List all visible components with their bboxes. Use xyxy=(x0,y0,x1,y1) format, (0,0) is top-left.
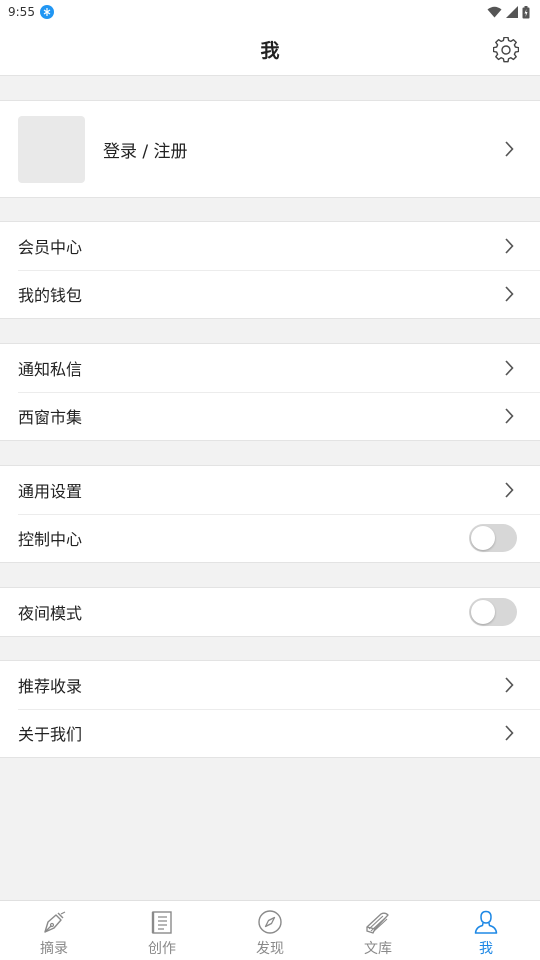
compass-icon xyxy=(256,908,284,936)
account-group: 会员中心 我的钱包 xyxy=(0,221,540,319)
avatar xyxy=(18,115,85,183)
profile-left: 登录 / 注册 xyxy=(18,115,188,183)
night-mode-label: 夜间模式 xyxy=(18,604,83,623)
chevron-right-icon xyxy=(502,286,516,302)
about-group: 推荐收录 关于我们 xyxy=(0,660,540,758)
wifi-icon xyxy=(487,6,502,18)
books-icon xyxy=(364,908,392,936)
recommend-row[interactable]: 推荐收录 xyxy=(0,661,540,709)
tab-create[interactable]: 创作 xyxy=(108,901,216,960)
member-center-label: 会员中心 xyxy=(18,238,83,257)
document-icon xyxy=(148,908,176,936)
recommend-label: 推荐收录 xyxy=(18,677,83,696)
general-settings-row[interactable]: 通用设置 xyxy=(0,466,540,514)
bottom-tab-bar: 摘录 创作 发现 文库 我 xyxy=(0,900,540,960)
tab-label: 摘录 xyxy=(40,940,68,957)
pen-nib-icon xyxy=(40,908,68,936)
tab-me[interactable]: 我 xyxy=(432,901,540,960)
tab-label: 文库 xyxy=(364,940,392,957)
tab-label: 我 xyxy=(479,940,493,957)
signal-icon xyxy=(506,6,518,18)
status-right xyxy=(487,5,530,19)
status-bar: 9:55 xyxy=(0,0,540,24)
display-group: 夜间模式 xyxy=(0,587,540,637)
tab-excerpts[interactable]: 摘录 xyxy=(0,901,108,960)
night-mode-row: 夜间模式 xyxy=(0,588,540,636)
settings-button[interactable] xyxy=(492,36,520,64)
notification-app-icon xyxy=(39,5,54,19)
status-left: 9:55 xyxy=(8,5,54,19)
tab-label: 创作 xyxy=(148,940,176,957)
control-center-toggle[interactable] xyxy=(469,524,517,552)
toggle-knob xyxy=(471,600,495,624)
profile-section: 登录 / 注册 xyxy=(0,100,540,198)
market-row[interactable]: 西窗市集 xyxy=(0,392,540,440)
chevron-right-icon xyxy=(502,677,516,693)
tab-library[interactable]: 文库 xyxy=(324,901,432,960)
general-settings-label: 通用设置 xyxy=(18,482,83,501)
app-header: 我 xyxy=(0,24,540,76)
notifications-label: 通知私信 xyxy=(18,360,83,379)
control-center-label: 控制中心 xyxy=(18,530,83,549)
login-register-row[interactable]: 登录 / 注册 xyxy=(0,101,540,197)
person-icon xyxy=(472,908,500,936)
chevron-right-icon xyxy=(502,238,516,254)
gear-icon xyxy=(493,37,519,63)
chevron-right-icon xyxy=(502,408,516,424)
tab-discover[interactable]: 发现 xyxy=(216,901,324,960)
my-wallet-label: 我的钱包 xyxy=(18,286,83,305)
login-register-label: 登录 / 注册 xyxy=(103,141,188,162)
about-us-row[interactable]: 关于我们 xyxy=(0,709,540,757)
settings-group: 通用设置 控制中心 xyxy=(0,465,540,563)
control-center-row: 控制中心 xyxy=(0,514,540,562)
chevron-right-icon xyxy=(502,482,516,498)
chevron-right-icon xyxy=(502,141,516,157)
member-center-row[interactable]: 会员中心 xyxy=(0,222,540,270)
chevron-right-icon xyxy=(502,725,516,741)
chevron-right-icon xyxy=(502,360,516,376)
battery-icon xyxy=(522,5,530,18)
toggle-knob xyxy=(471,526,495,550)
page-title: 我 xyxy=(260,40,280,62)
night-mode-toggle[interactable] xyxy=(469,598,517,626)
status-time: 9:55 xyxy=(8,5,35,19)
my-wallet-row[interactable]: 我的钱包 xyxy=(0,270,540,318)
market-label: 西窗市集 xyxy=(18,408,83,427)
tab-label: 发现 xyxy=(256,940,284,957)
messages-group: 通知私信 西窗市集 xyxy=(0,343,540,441)
about-us-label: 关于我们 xyxy=(18,725,83,744)
notifications-row[interactable]: 通知私信 xyxy=(0,344,540,392)
